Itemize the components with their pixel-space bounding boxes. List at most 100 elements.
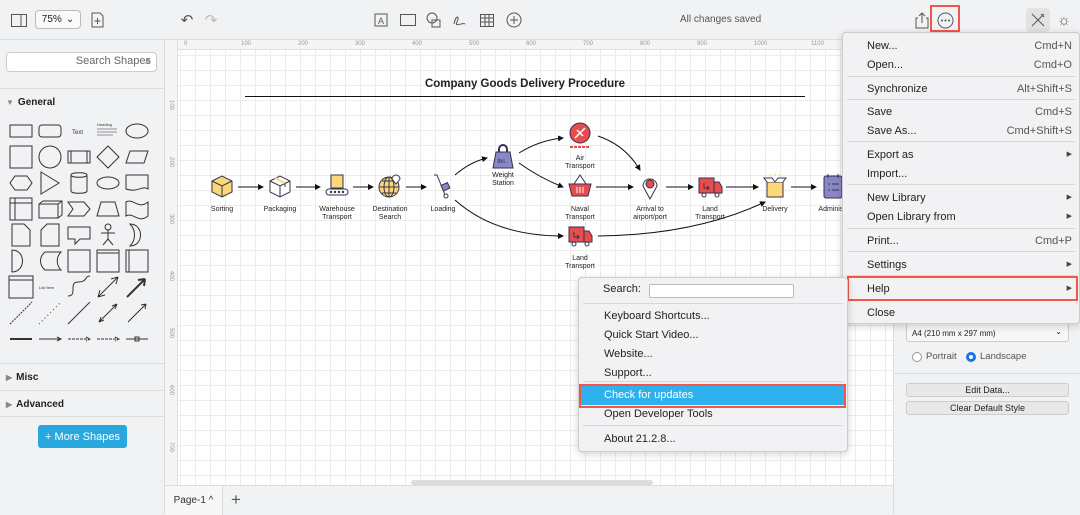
palette-shape[interactable]: [11, 223, 31, 247]
help-item-keyboard-shortcuts[interactable]: Keyboard Shortcuts...: [580, 307, 846, 326]
palette-shape[interactable]: [9, 197, 33, 221]
palette-shape[interactable]: [67, 301, 91, 325]
palette-shape[interactable]: [8, 275, 34, 299]
palette-shape[interactable]: [125, 123, 149, 139]
clear-default-style-button[interactable]: Clear Default Style: [906, 401, 1069, 415]
palette-shape[interactable]: [9, 175, 33, 191]
shapes-tool-icon[interactable]: [425, 11, 443, 29]
palette-shape[interactable]: [38, 301, 62, 325]
map-pin-icon[interactable]: [642, 178, 658, 201]
menu-item-export-as[interactable]: Export as ▶: [843, 146, 1079, 165]
palette-shape[interactable]: [38, 145, 62, 169]
open-box-icon[interactable]: [763, 173, 787, 198]
zoom-select[interactable]: 75% ⌄: [35, 10, 81, 29]
node-label[interactable]: Arrival to airport/port: [630, 206, 670, 222]
menu-item-import[interactable]: Import...: [843, 165, 1079, 184]
help-search-input[interactable]: [649, 284, 794, 298]
add-page-icon[interactable]: [88, 11, 106, 29]
landscape-radio[interactable]: Landscape: [966, 351, 1026, 362]
palette-shape[interactable]: [127, 303, 147, 323]
palette-shape[interactable]: Text: [72, 130, 83, 136]
conveyor-icon[interactable]: [325, 174, 349, 196]
node-label[interactable]: Naval Transport: [557, 206, 603, 222]
page-tab[interactable]: Page-1 ^: [165, 486, 223, 515]
table-tool-icon[interactable]: [478, 11, 496, 29]
palette-shape[interactable]: List Item: [39, 285, 55, 290]
palette-shape[interactable]: [97, 336, 121, 342]
undo-icon[interactable]: ↶: [178, 11, 196, 29]
palette-shape[interactable]: [9, 145, 33, 169]
palette-shape[interactable]: [67, 201, 91, 217]
palette-shape[interactable]: [67, 249, 91, 273]
node-label[interactable]: Destination Search: [367, 206, 413, 222]
palette-shape[interactable]: [125, 150, 149, 164]
menu-item-synchronize[interactable]: Synchronize Alt+Shift+S: [843, 80, 1079, 99]
menu-item-save[interactable]: Save Cmd+S: [843, 103, 1079, 122]
palette-shape[interactable]: [97, 276, 119, 298]
node-label[interactable]: Weight Station: [488, 172, 518, 188]
weight-icon[interactable]: lbs.: [492, 144, 514, 169]
truck-icon[interactable]: [568, 226, 593, 247]
palette-shape[interactable]: [38, 124, 62, 138]
basket-icon[interactable]: [568, 174, 592, 197]
airplane-icon[interactable]: [569, 122, 591, 148]
palette-shape[interactable]: [68, 336, 92, 342]
palette-shape[interactable]: [98, 303, 118, 323]
box-sorting-icon[interactable]: [211, 175, 233, 198]
clipboard-icon[interactable]: [823, 174, 843, 199]
globe-pin-icon[interactable]: [378, 174, 401, 198]
section-misc[interactable]: ▶ Misc: [0, 363, 165, 389]
freehand-tool-icon[interactable]: [451, 11, 469, 29]
menu-item-new-library[interactable]: New Library ▶: [843, 189, 1079, 208]
palette-shape[interactable]: [70, 172, 88, 194]
edit-style-icon[interactable]: [1026, 8, 1050, 32]
node-label[interactable]: Air Transport: [563, 155, 597, 171]
palette-shape[interactable]: [96, 201, 120, 217]
palette-shape[interactable]: [40, 223, 60, 247]
share-icon[interactable]: [913, 11, 931, 29]
node-label[interactable]: Packaging: [250, 206, 310, 214]
palette-shape[interactable]: [67, 226, 91, 246]
text-tool-icon[interactable]: A: [372, 11, 390, 29]
palette-shape[interactable]: [128, 223, 141, 247]
palette-shape[interactable]: [40, 251, 63, 271]
menu-item-open[interactable]: Open... Cmd+O: [843, 56, 1079, 75]
menu-item-save-as[interactable]: Save As... Cmd+Shift+S: [843, 122, 1079, 141]
add-page-plus-icon[interactable]: +: [231, 490, 241, 510]
edit-data-button[interactable]: Edit Data...: [906, 383, 1069, 397]
palette-shape[interactable]: [96, 145, 120, 169]
help-item-about-21-2-8[interactable]: About 21.2.8...: [580, 430, 846, 449]
palette-shape[interactable]: [126, 336, 148, 342]
palette-shape[interactable]: [96, 176, 120, 190]
package-icon[interactable]: [269, 175, 291, 198]
palette-shape[interactable]: [125, 174, 149, 191]
palette-shape[interactable]: [101, 223, 115, 246]
palette-shape[interactable]: [38, 200, 63, 219]
menu-item-print[interactable]: Print... Cmd+P: [843, 232, 1079, 251]
node-label[interactable]: Land Transport: [687, 206, 733, 222]
palette-shape[interactable]: [39, 336, 63, 342]
palette-shape[interactable]: [11, 249, 23, 273]
palette-shape[interactable]: [96, 249, 120, 273]
palette-shape[interactable]: [67, 275, 91, 297]
palette-shape[interactable]: Heading: [97, 122, 117, 136]
palette-shape[interactable]: [126, 278, 146, 298]
palette-shape[interactable]: [67, 150, 91, 164]
format-panel-toggle-icon[interactable]: [10, 11, 28, 29]
theme-sun-icon[interactable]: ☼: [1055, 11, 1073, 29]
menu-item-settings[interactable]: Settings ▶: [843, 256, 1079, 275]
node-label[interactable]: Loading: [413, 206, 473, 214]
node-label[interactable]: Land Transport: [557, 255, 603, 271]
palette-shape[interactable]: [125, 200, 149, 220]
truck-icon[interactable]: [698, 177, 723, 198]
palette-shape[interactable]: [9, 124, 33, 138]
node-label[interactable]: Warehouse Transport: [314, 206, 360, 222]
help-item-quick-start-video[interactable]: Quick Start Video...: [580, 326, 846, 345]
palette-shape[interactable]: [125, 249, 149, 273]
menu-item-open-library-from[interactable]: Open Library from ▶: [843, 208, 1079, 227]
paper-size-select[interactable]: A4 (210 mm x 297 mm) ⌄: [906, 323, 1069, 342]
more-shapes-button[interactable]: + More Shapes: [38, 425, 127, 448]
menu-item-close[interactable]: Close: [843, 304, 1079, 323]
node-label[interactable]: Delivery: [745, 206, 805, 214]
palette-shape[interactable]: [40, 171, 60, 195]
